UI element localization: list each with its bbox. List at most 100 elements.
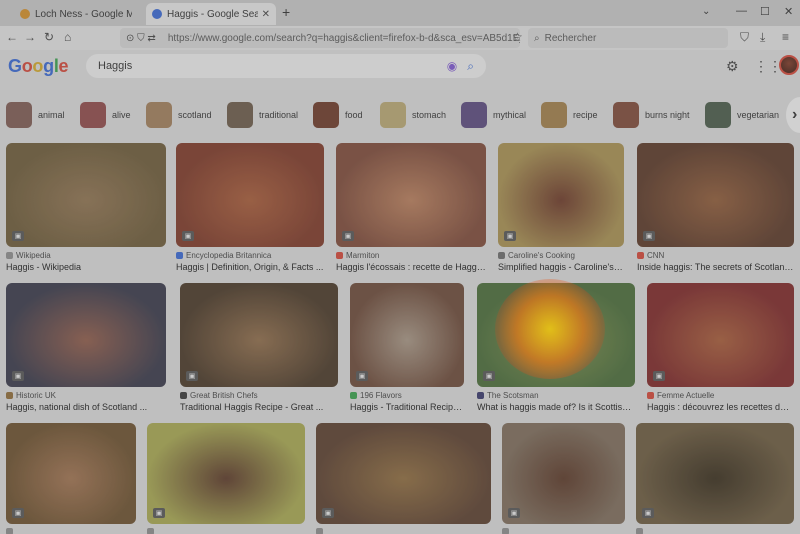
result-source-name: 196 Flavors: [360, 391, 402, 400]
close-tab-icon[interactable]: ✕: [262, 9, 270, 20]
chip-thumbnail: [541, 102, 567, 128]
result-thumbnail[interactable]: [316, 423, 491, 524]
download-icon[interactable]: ⤓: [760, 30, 765, 45]
maximize-icon[interactable]: ☐: [760, 5, 770, 18]
chips-next-chevron-icon[interactable]: ›: [786, 97, 800, 133]
result-source[interactable]: [316, 528, 326, 534]
plus-icon[interactable]: +: [282, 4, 290, 20]
chip-recipe[interactable]: recipe: [541, 100, 598, 130]
image-type-icon: ▣: [653, 371, 665, 381]
settings-gear-icon[interactable]: ⚙: [726, 58, 739, 75]
result-caption[interactable]: Haggis - Traditional Recipe fr...: [350, 402, 464, 412]
result-source[interactable]: Caroline's Cooking: [498, 251, 575, 260]
chip-stomach[interactable]: stomach: [380, 100, 446, 130]
image-type-icon: ▣: [643, 231, 655, 241]
result-source[interactable]: Great British Chefs: [180, 391, 258, 400]
google-logo[interactable]: Google: [8, 56, 69, 77]
back-icon[interactable]: ←: [6, 30, 18, 44]
apps-grid-icon[interactable]: ⋮⋮: [754, 58, 782, 75]
result-caption[interactable]: Haggis - Wikipedia: [6, 262, 166, 272]
chip-food[interactable]: food: [313, 100, 363, 130]
chip-thumbnail: [146, 102, 172, 128]
result-thumbnail[interactable]: [6, 423, 136, 524]
chip-scotland[interactable]: scotland: [146, 100, 212, 130]
url-bar[interactable]: ⊙ ⛉ ⇄ https://www.google.com/search?q=ha…: [120, 28, 520, 48]
close-window-icon[interactable]: ✕: [784, 5, 793, 18]
result-caption[interactable]: Haggis | Definition, Origin, & Facts ...: [176, 262, 324, 272]
search-icon[interactable]: ⌕: [467, 59, 474, 74]
result-source[interactable]: CNN: [637, 251, 664, 260]
result-source[interactable]: Wikipedia: [6, 251, 51, 260]
avatar[interactable]: [779, 55, 799, 75]
browser-search-field[interactable]: ⌕ Rechercher: [528, 28, 728, 48]
source-favicon-icon: [477, 392, 484, 399]
tab-maps[interactable]: Loch Ness - Google Maps: [14, 3, 138, 25]
home-icon[interactable]: ⌂: [64, 30, 71, 44]
result-thumbnail[interactable]: [637, 143, 794, 247]
source-favicon-icon: [637, 252, 644, 259]
lens-camera-icon[interactable]: ◉: [447, 59, 457, 73]
result-source[interactable]: [502, 528, 512, 534]
chip-thumbnail: [380, 102, 406, 128]
result-source[interactable]: Historic UK: [6, 391, 56, 400]
result-source[interactable]: [6, 528, 16, 534]
result-thumbnail[interactable]: [647, 283, 794, 387]
chip-vegetarian[interactable]: vegetarian: [705, 100, 779, 130]
result-source[interactable]: [636, 528, 646, 534]
tab-search[interactable]: Haggis - Google Search ✕: [146, 3, 276, 25]
source-favicon-icon: [350, 392, 357, 399]
image-type-icon: ▣: [342, 231, 354, 241]
image-type-icon: ▣: [12, 231, 24, 241]
chip-thumbnail: [80, 102, 106, 128]
source-favicon-icon: [6, 392, 13, 399]
site-info-icon[interactable]: ⊙ ⛉ ⇄: [126, 33, 156, 44]
image-type-icon: ▣: [483, 371, 495, 381]
chip-animal[interactable]: animal: [6, 100, 65, 130]
result-caption[interactable]: Haggis l'écossais : recette de Haggis ..…: [336, 262, 486, 272]
result-source-name: Wikipedia: [16, 251, 51, 260]
result-source-name: Encyclopedia Britannica: [186, 251, 272, 260]
result-source[interactable]: Marmiton: [336, 251, 379, 260]
menu-icon[interactable]: ≡: [782, 30, 789, 44]
reload-icon[interactable]: ↻: [44, 30, 54, 44]
result-source[interactable]: Femme Actuelle: [647, 391, 714, 400]
result-thumbnail[interactable]: [147, 423, 305, 524]
result-source[interactable]: [147, 528, 157, 534]
image-type-icon: ▣: [322, 508, 334, 518]
result-thumbnail[interactable]: [180, 283, 338, 387]
tab-title: Loch Ness - Google Maps: [35, 8, 132, 20]
chip-burns-night[interactable]: burns night: [613, 100, 690, 130]
result-source-name: Marmiton: [346, 251, 380, 260]
result-caption[interactable]: Haggis, national dish of Scotland ...: [6, 402, 166, 412]
source-favicon-icon: [6, 252, 13, 259]
image-type-icon: ▣: [12, 508, 24, 518]
chip-traditional[interactable]: traditional: [227, 100, 298, 130]
result-source[interactable]: Encyclopedia Britannica: [176, 251, 271, 260]
chip-thumbnail: [313, 102, 339, 128]
result-thumbnail[interactable]: [502, 423, 625, 524]
result-caption[interactable]: What is haggis made of? Is it Scottish .…: [477, 402, 635, 412]
result-thumbnail[interactable]: [636, 423, 794, 524]
result-thumbnail[interactable]: [6, 143, 166, 247]
result-thumbnail[interactable]: [6, 283, 166, 387]
result-thumbnail[interactable]: [336, 143, 486, 247]
chevron-down-icon[interactable]: ⌄: [702, 6, 710, 17]
result-source[interactable]: The Scotsman: [477, 391, 539, 400]
minimize-icon[interactable]: —: [736, 5, 747, 17]
chip-alive[interactable]: alive: [80, 100, 131, 130]
result-caption[interactable]: Haggis : découvrez les recettes de ...: [647, 402, 794, 412]
bookmark-star-icon[interactable]: ☆: [512, 30, 523, 44]
result-caption[interactable]: Inside haggis: The secrets of Scotland .…: [637, 262, 794, 272]
search-input[interactable]: Haggis ◉ ⌕: [86, 54, 486, 78]
forward-icon[interactable]: →: [24, 30, 36, 44]
search-query: Haggis: [98, 60, 133, 72]
result-caption[interactable]: Simplified haggis - Caroline's Co...: [498, 262, 624, 272]
result-caption[interactable]: Traditional Haggis Recipe - Great ...: [180, 402, 338, 412]
shield-icon[interactable]: ⛉: [740, 30, 749, 45]
source-favicon-icon: [502, 528, 509, 534]
result-source[interactable]: 196 Flavors: [350, 391, 402, 400]
result-thumbnail[interactable]: [498, 143, 624, 247]
navigation-bar: ← → ↻ ⌂ ⊙ ⛉ ⇄ https://www.google.com/sea…: [0, 26, 800, 50]
chip-mythical[interactable]: mythical: [461, 100, 526, 130]
result-thumbnail[interactable]: [176, 143, 324, 247]
